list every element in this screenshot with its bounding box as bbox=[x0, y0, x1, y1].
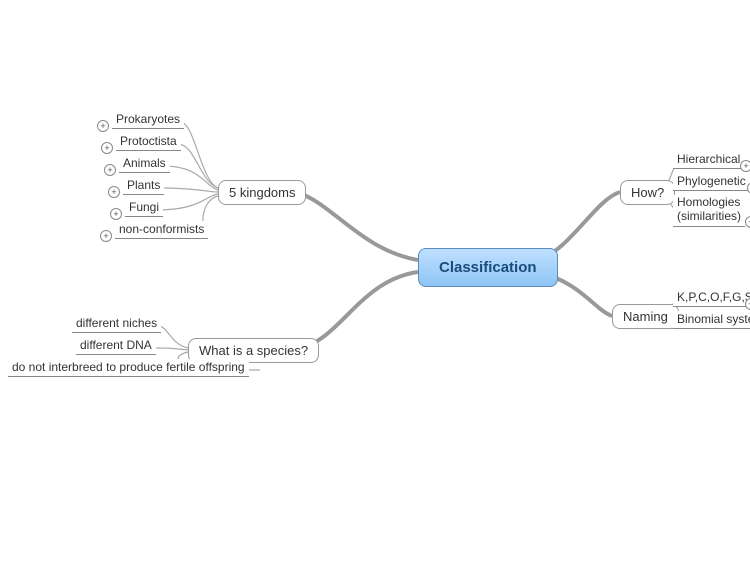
leaf-binomial[interactable]: Binomial system bbox=[673, 311, 750, 329]
leaf-dna[interactable]: different DNA bbox=[76, 337, 156, 355]
branch-naming[interactable]: Naming bbox=[612, 304, 679, 329]
leaf-niches[interactable]: different niches bbox=[72, 315, 161, 333]
leaf-protoctista[interactable]: Protoctista bbox=[116, 133, 181, 151]
expand-fungi[interactable]: + bbox=[110, 208, 122, 220]
expand-hierarchical[interactable]: + bbox=[740, 160, 750, 172]
leaf-homologies-line1: Homologies bbox=[677, 196, 741, 210]
expand-kpcofgs[interactable]: + bbox=[745, 298, 750, 310]
leaf-phylogenetic[interactable]: Phylogenetic bbox=[673, 173, 750, 191]
leaf-animals[interactable]: Animals bbox=[119, 155, 170, 173]
center-node[interactable]: Classification bbox=[418, 248, 558, 287]
leaf-fungi[interactable]: Fungi bbox=[125, 199, 163, 217]
leaf-interbreed[interactable]: do not interbreed to produce fertile off… bbox=[8, 359, 249, 377]
expand-nonconformists[interactable]: + bbox=[100, 230, 112, 242]
expand-homologies[interactable]: + bbox=[745, 216, 750, 228]
leaf-prokaryotes[interactable]: Prokaryotes bbox=[112, 111, 184, 129]
leaf-homologies[interactable]: Homologies (similarities) bbox=[673, 195, 745, 227]
expand-animals[interactable]: + bbox=[104, 164, 116, 176]
leaf-plants[interactable]: Plants bbox=[123, 177, 164, 195]
branch-how[interactable]: How? bbox=[620, 180, 675, 205]
expand-protoctista[interactable]: + bbox=[101, 142, 113, 154]
connector-lines bbox=[0, 0, 750, 563]
branch-kingdoms[interactable]: 5 kingdoms bbox=[218, 180, 306, 205]
leaf-hierarchical[interactable]: Hierarchical bbox=[673, 151, 744, 169]
leaf-homologies-line2: (similarities) bbox=[677, 210, 741, 224]
expand-prokaryotes[interactable]: + bbox=[97, 120, 109, 132]
expand-plants[interactable]: + bbox=[108, 186, 120, 198]
leaf-nonconformists[interactable]: non-conformists bbox=[115, 221, 208, 239]
leaf-kpcofgs[interactable]: K,P,C,O,F,G,S bbox=[673, 289, 750, 307]
